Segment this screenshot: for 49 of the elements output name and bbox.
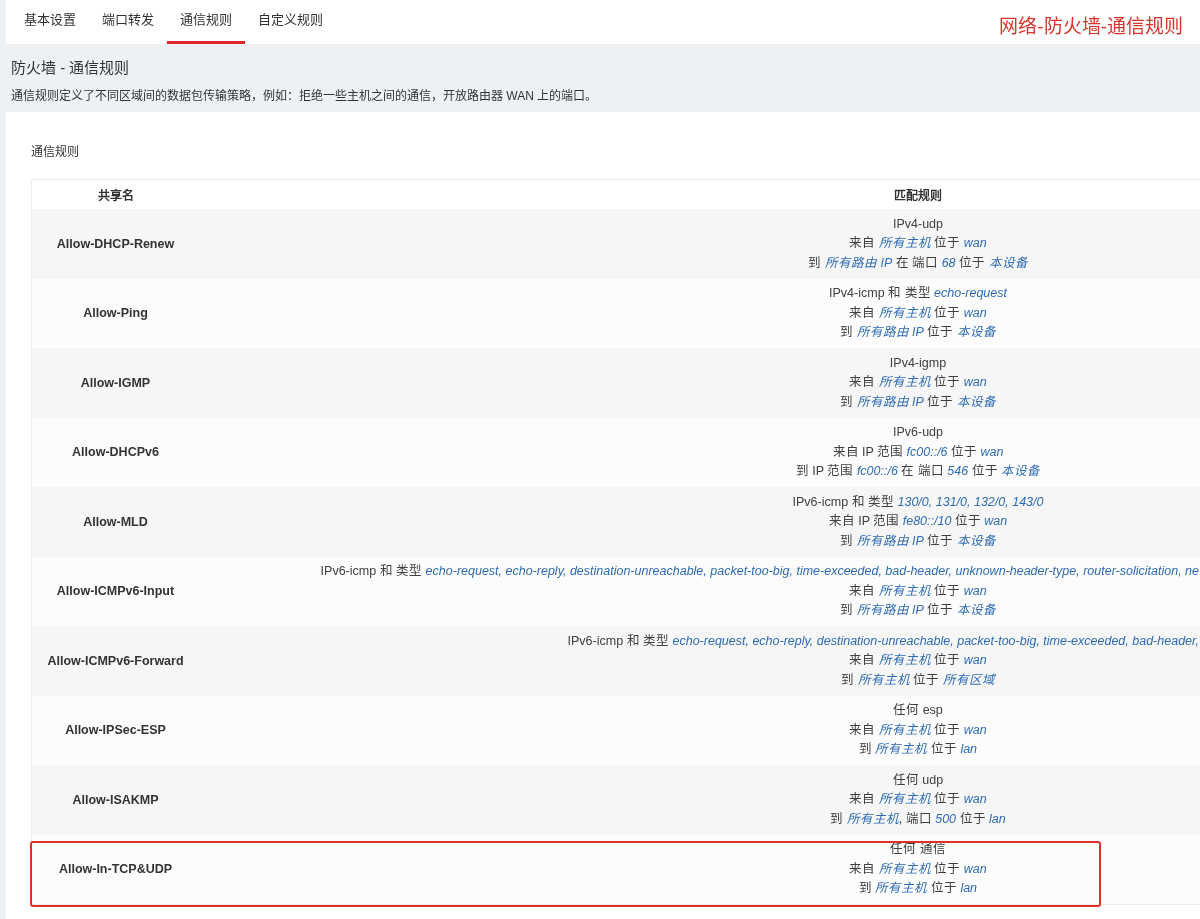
rule-name: Allow-ISAKMP	[72, 792, 159, 807]
match-rule-line: IPv6-udp	[893, 424, 943, 441]
column-header: 共享名	[97, 188, 134, 203]
page-description: 通信规则定义了不同区域间的数据包传输策略，例如：拒绝一些主机之间的通信，开放路由器 WAN 上的端口。	[11, 88, 598, 105]
match-rule-line: 来自 所有主机 位于 wan	[849, 582, 987, 600]
match-rule-line: 到 所有主机 位于 所有区域	[841, 671, 995, 689]
match-rule-line: 到 所有主机, 端口 500 位于 lan	[830, 810, 1006, 828]
match-rule-line: 到 所有路由 IP 在 端口 68 位于 本设备	[808, 254, 1028, 272]
match-rule-line: 到 所有路由 IP 位于 本设备	[840, 393, 996, 411]
match-rule-line: IPv6-icmp 和 类型 echo-request, echo-reply, destination-unreachable, packet-too-big, time-exceeded, bad-header, unknown-header-type, router-solicitation, ne	[320, 563, 1199, 580]
match-rule-line: 到 所有主机 位于 lan	[858, 741, 978, 758]
page-title: 防火墙 - 通信规则	[11, 58, 130, 78]
match-rule-line: 来自 IP 范围 fe80::/10 位于 wan	[828, 513, 1008, 530]
match-rule-line: 来自 所有主机 位于 wan	[849, 235, 987, 252]
match-rule-line: IPv4-udp	[893, 215, 943, 233]
match-rule-line: IPv4-icmp 和 类型 echo-request	[829, 285, 1007, 302]
rule-name: Allow-In-TCP&UDP	[58, 862, 173, 877]
match-rule-line: IPv4-igmp	[889, 354, 947, 372]
section-title: 通信规则	[31, 144, 79, 161]
rule-name: Allow-Ping	[83, 306, 148, 321]
tab[interactable]: 自定义规则	[245, 0, 336, 44]
match-rule-line: 到 IP 范围 fc00::/6 在 端口 546 位于 本设备	[795, 463, 1041, 480]
match-rule-line: 来自 所有主机 位于 wan	[849, 652, 987, 669]
match-rule-line: 来自 所有主机 位于 wan	[849, 304, 987, 322]
tab[interactable]: 基本设置	[11, 0, 89, 44]
match-rule-line: 到 所有主机 位于 lan	[858, 880, 978, 897]
rule-name: Allow-ICMPv6-Input	[56, 584, 175, 599]
rule-name: Allow-MLD	[83, 514, 148, 529]
match-rule-line: 来自 所有主机 位于 wan	[849, 374, 987, 391]
tab[interactable]: 通信规则	[167, 0, 245, 44]
match-rule-line: 到 所有路由 IP 位于 本设备	[840, 532, 996, 550]
rule-name: Allow-DHCPv6	[72, 445, 159, 460]
rule-name: Allow-DHCP-Renew	[56, 236, 175, 251]
rule-name: Allow-IPSec-ESP	[65, 723, 166, 738]
match-rule-line: 到 所有路由 IP 位于 本设备	[840, 324, 996, 341]
match-rule-line: IPv6-icmp 和 类型 130/0, 131/0, 132/0, 143/0	[792, 493, 1044, 511]
match-rule-line: 来自 所有主机 位于 wan	[849, 860, 987, 878]
match-rule-line: 到 所有路由 IP 位于 本设备	[840, 602, 996, 619]
match-rule-line: 任何 esp	[893, 702, 943, 719]
match-rule-line: 任何 udp	[892, 771, 944, 789]
annotation-label: 网络-防火墙-通信规则	[999, 15, 1184, 39]
match-rule-line: 来自 IP 范围 fc00::/6 位于 wan	[832, 443, 1004, 461]
rule-name: Allow-IGMP	[80, 375, 151, 390]
match-rule-line: 来自 所有主机 位于 wan	[849, 791, 987, 808]
tab[interactable]: 端口转发	[89, 0, 167, 44]
match-rule-line: IPv6-icmp 和 类型 echo-request, echo-reply, destination-unreachable, packet-too-big, time-exceeded, bad-header,	[567, 632, 1199, 650]
column-header: 匹配规则	[894, 188, 942, 203]
match-rule-line: 来自 所有主机 位于 wan	[849, 721, 987, 739]
rule-name: Allow-ICMPv6-Forward	[47, 653, 184, 668]
